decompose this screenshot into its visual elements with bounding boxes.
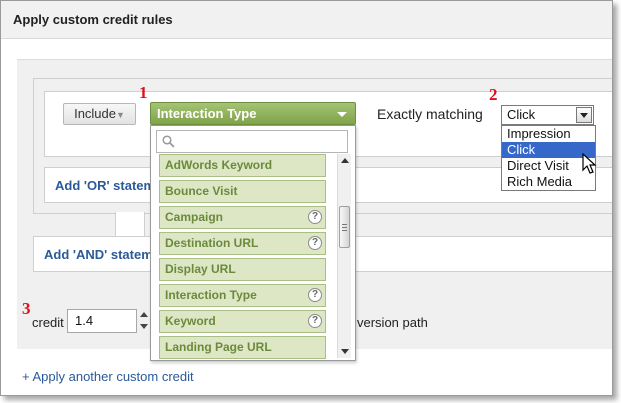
dimension-option-adwords-keyword[interactable]: AdWords Keyword [159, 154, 326, 177]
dimension-option-landing-page-url[interactable]: Landing Page URL [159, 336, 326, 359]
step-marker-3: 3 [22, 299, 31, 318]
help-icon[interactable]: ? [308, 210, 322, 224]
search-icon [162, 135, 175, 148]
match-type-label: Exactly matching [377, 106, 483, 122]
apply-another-credit-link[interactable]: + Apply another custom credit [22, 369, 194, 384]
grip-line [342, 230, 347, 231]
scrollbar-thumb[interactable] [339, 206, 350, 248]
include-label: Include [74, 106, 116, 121]
dimension-option-destination-url[interactable]: Destination URL ? [159, 232, 326, 255]
dimension-dropdown-menu: AdWords Keyword Bounce Visit Campaign ? … [150, 125, 356, 361]
dimension-select-value: Interaction Type [157, 106, 257, 121]
dimension-option-campaign[interactable]: Campaign ? [159, 206, 326, 229]
scroll-up-arrow-icon[interactable] [341, 158, 349, 163]
dimension-option-bounce-visit[interactable]: Bounce Visit [159, 180, 326, 203]
grip-line [342, 224, 347, 225]
add-and-statement-link[interactable]: Add 'AND' statem [44, 247, 153, 262]
value-option-rich-media[interactable]: Rich Media [502, 174, 595, 190]
dimension-options: AdWords Keyword Bounce Visit Campaign ? … [151, 154, 337, 360]
option-label: AdWords Keyword [165, 158, 273, 172]
spin-up-icon[interactable] [140, 312, 148, 317]
option-label: Destination URL [165, 236, 259, 250]
custom-credit-panel: Apply custom credit rules Add 'OR' state… [0, 0, 613, 396]
option-label: Landing Page URL [165, 340, 272, 354]
dropdown-scrollbar[interactable] [337, 154, 351, 358]
credit-spinner[interactable] [138, 309, 150, 333]
value-select[interactable]: Click [501, 105, 594, 125]
dimension-option-keyword[interactable]: Keyword ? [159, 310, 326, 333]
option-label: Interaction Type [165, 288, 257, 302]
mouse-pointer-icon [582, 153, 597, 174]
dimension-search-input[interactable] [156, 130, 348, 153]
conversion-path-text: version path [357, 315, 428, 330]
spin-down-icon[interactable] [140, 324, 148, 329]
help-icon[interactable]: ? [308, 288, 322, 302]
option-label: Display URL [165, 262, 236, 276]
panel-header: Apply custom credit rules [1, 1, 612, 39]
credit-label: credit [32, 315, 64, 330]
add-or-statement-link[interactable]: Add 'OR' statem [55, 178, 155, 193]
chevron-down-icon: ▼ [116, 110, 125, 120]
step-marker-2: 2 [489, 85, 498, 104]
include-button[interactable]: Include▼ [63, 103, 136, 125]
step-marker-1: 1 [139, 83, 148, 102]
option-label: Keyword [165, 314, 216, 328]
help-icon[interactable]: ? [308, 314, 322, 328]
panel-title: Apply custom credit rules [13, 12, 173, 27]
dimension-select[interactable]: Interaction Type [150, 102, 356, 125]
value-option-impression[interactable]: Impression [502, 126, 595, 142]
option-label: Campaign [165, 210, 224, 224]
dropdown-arrow-icon[interactable] [576, 107, 592, 123]
dimension-option-interaction-type[interactable]: Interaction Type ? [159, 284, 326, 307]
grip-line [342, 227, 347, 228]
chevron-down-icon [337, 112, 347, 117]
dimension-option-display-url[interactable]: Display URL [159, 258, 326, 281]
help-icon[interactable]: ? [308, 236, 322, 250]
scroll-down-arrow-icon[interactable] [341, 349, 349, 354]
credit-value-input[interactable]: 1.4 [67, 309, 137, 333]
option-label: Bounce Visit [165, 184, 238, 198]
value-select-current: Click [507, 107, 536, 122]
and-connector [115, 212, 145, 236]
